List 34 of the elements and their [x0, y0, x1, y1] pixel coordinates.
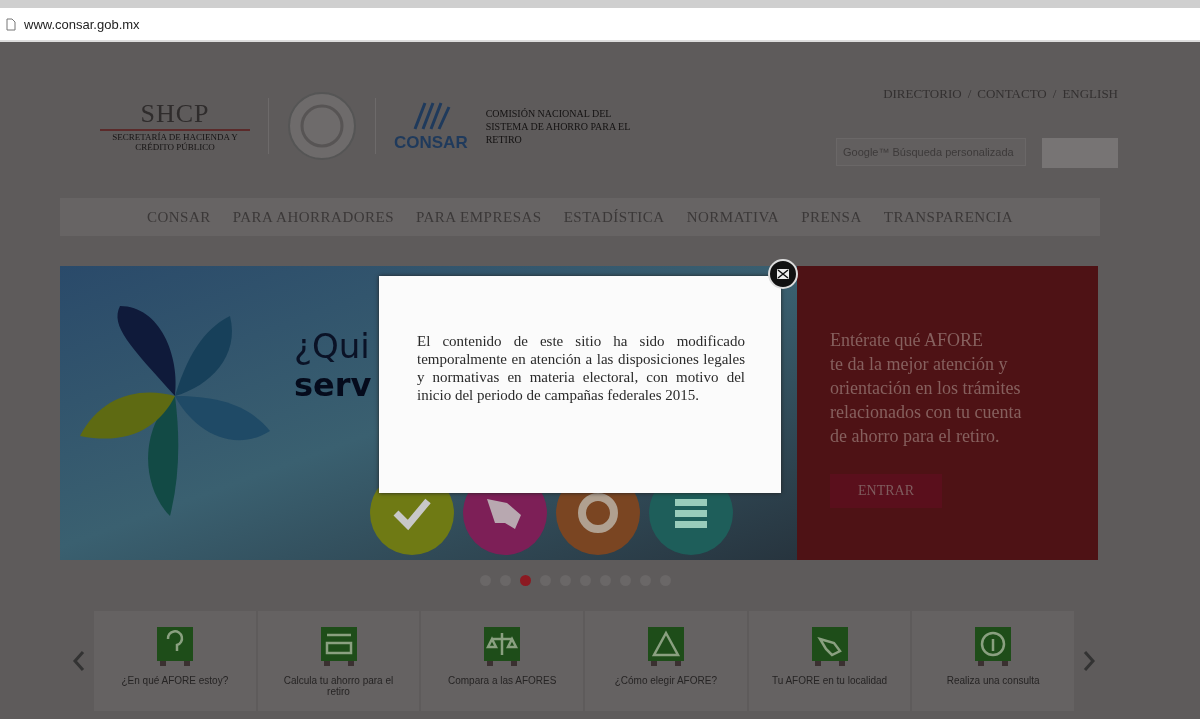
- search-button[interactable]: [1042, 138, 1118, 168]
- chevron-left-icon[interactable]: [72, 650, 86, 672]
- seal-icon: [287, 91, 357, 161]
- logo-subtitle: COMISIÓN NACIONAL DEL SISTEMA DE AHORRO PARA EL RETIRO: [485, 106, 631, 146]
- link-separator: /: [1052, 86, 1057, 102]
- logo-subtitle: SECRETARÍA DE HACIENDA Y CRÉDITO PÚBLICO: [100, 129, 250, 153]
- address-bar[interactable]: www.consar.gob.mx: [0, 8, 1200, 42]
- enter-button[interactable]: ENTRAR: [830, 474, 942, 508]
- calculator-icon: [320, 627, 357, 667]
- chevron-right-icon[interactable]: [1082, 650, 1096, 672]
- close-icon[interactable]: [768, 259, 798, 289]
- quick-link-tile[interactable]: ¿En qué AFORE estoy?: [94, 611, 256, 711]
- quick-link-label: Compara a las AFORES: [447, 675, 558, 686]
- quick-link-label: Realiza una consulta: [945, 675, 1041, 686]
- quick-link-label: ¿Cómo elegir AFORE?: [613, 675, 718, 686]
- info-icon: [975, 627, 1012, 667]
- scale-icon: [484, 627, 521, 667]
- quick-link-tile[interactable]: Tu AFORE en tu localidad: [748, 611, 911, 711]
- question-icon: [156, 627, 193, 667]
- logo-title: CONSAR: [394, 133, 468, 153]
- link-separator: /: [967, 86, 972, 102]
- quick-link-tile[interactable]: Realiza una consulta: [912, 611, 1075, 711]
- triangle-icon: [647, 627, 684, 667]
- slide-headline: ¿Qui: [294, 326, 370, 366]
- slide-headline: serv: [294, 366, 372, 404]
- quick-link-tile[interactable]: ¿Cómo elegir AFORE?: [585, 611, 747, 711]
- carousel-dot[interactable]: [519, 575, 531, 586]
- notice-text: El contenido de este sitio ha sido modificado temporalmente en atención a las disposiciones legales y normativas en materia electoral, con motivo del inicio del periodo de campañas federales 2015.: [417, 332, 745, 404]
- quick-link-label: ¿En qué AFORE estoy?: [120, 675, 230, 686]
- page-icon: [6, 17, 16, 31]
- quick-link-label: Tu AFORE en tu localidad: [770, 675, 889, 686]
- quick-link-tile[interactable]: Compara a las AFORES: [421, 611, 583, 711]
- url-text: www.consar.gob.mx: [24, 16, 140, 32]
- promo-text: Entérate qué AFORE te da la mejor atención y orientación en los trámites relacionados con tu cuenta de ahorro para el retiro.: [830, 329, 1023, 448]
